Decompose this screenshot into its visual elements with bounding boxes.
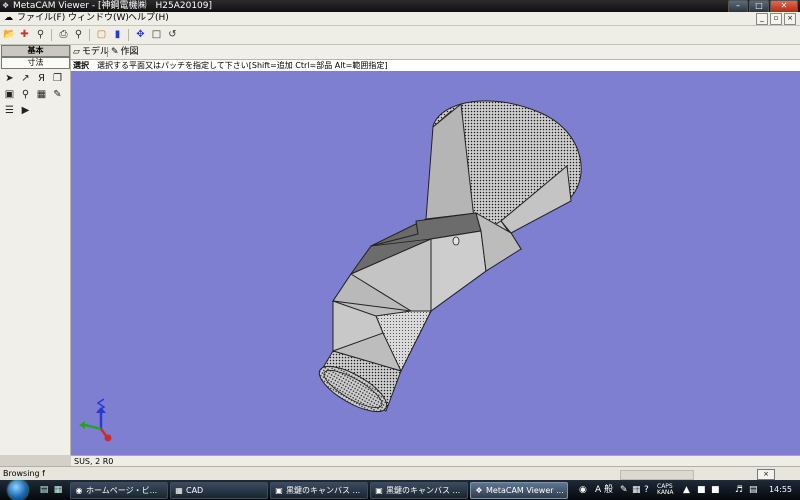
tray-app-icon-2[interactable]: ■ bbox=[711, 484, 720, 496]
axis-gizmo bbox=[79, 398, 112, 442]
open-file-icon[interactable]: ✚ bbox=[18, 28, 31, 41]
taskbar-item-homepage[interactable]: ◉ ホームページ・ビ... bbox=[70, 482, 168, 499]
volume-icon[interactable]: ♬ bbox=[735, 484, 743, 496]
mdi-controls: _ ▫ × bbox=[756, 13, 796, 25]
taskbar-item-label: 黒鍵のキャンバス ... bbox=[386, 486, 461, 495]
stack-icon[interactable]: ☰ bbox=[3, 104, 16, 117]
taskbar-item-label: ホームページ・ビ... bbox=[86, 486, 158, 495]
help-icon[interactable]: ? bbox=[644, 484, 649, 496]
view-tabs: ▱ モデル ✎ 作図 bbox=[71, 45, 800, 59]
menu-file[interactable]: ファイル(F) bbox=[17, 12, 65, 25]
browser-icon: ◉ bbox=[75, 486, 83, 495]
window-title: MetaCAM Viewer - [神鋼電機㈱ H25A20109] bbox=[13, 1, 213, 11]
browse-size-area bbox=[620, 470, 694, 480]
model-canvas bbox=[79, 100, 582, 442]
menu-bar: ☁ ファイル(F) ウィンドウ(W) ヘルプ(H) _ ▫ × bbox=[0, 12, 800, 26]
language-icon[interactable]: ◉ bbox=[579, 484, 587, 496]
metacam-icon: ❖ bbox=[475, 486, 483, 495]
tab-drawing[interactable]: ✎ 作図 bbox=[111, 45, 139, 59]
taskbar-item-cad[interactable]: ▦ CAD bbox=[170, 482, 268, 499]
find-icon[interactable]: ⚲ bbox=[34, 28, 47, 41]
system-tray: ◉ A 般 ✎ ▦ ? CAPS KANA ▲ ■ ■ ♬ ▤ 14:55 bbox=[575, 480, 800, 500]
prompt-text: 選択する平面又はパッチを指定して下さい[Shift=追加 Ctrl=部品 Alt… bbox=[97, 61, 388, 70]
main-toolbar: 📂 ✚ ⚲ ⎙ ⚲ ▢ ▮ ✥ □ ↺ bbox=[0, 26, 800, 45]
tab-basic[interactable]: 基本 bbox=[1, 45, 70, 57]
caps-kana-indicator: CAPS KANA bbox=[657, 483, 674, 496]
folder-icon: ▦ bbox=[175, 486, 183, 495]
taskbar-item-label: MetaCAM Viewer ... bbox=[486, 486, 564, 495]
select-arrow-icon[interactable]: ➤ bbox=[3, 72, 16, 85]
notes-icon[interactable]: ✎ bbox=[51, 88, 64, 101]
ime-indicator[interactable]: A 般 bbox=[595, 484, 613, 496]
properties-icon[interactable]: ▢ bbox=[95, 28, 108, 41]
duct-hole bbox=[452, 236, 460, 246]
taskbar-item-canvas-1[interactable]: ▣ 黒鍵のキャンバス ... bbox=[270, 482, 368, 499]
tray-arrow-icon[interactable]: ▲ bbox=[683, 484, 690, 496]
print-preview-icon[interactable]: ⚲ bbox=[72, 28, 85, 41]
document-icon[interactable]: ▮ bbox=[111, 28, 124, 41]
mdi-restore-button[interactable]: ▫ bbox=[770, 13, 782, 25]
browse-close-button[interactable]: × bbox=[757, 469, 775, 480]
ime-tool-icon[interactable]: ✎ bbox=[620, 484, 628, 496]
pan-icon[interactable]: ✥ bbox=[134, 28, 147, 41]
mdi-close-button[interactable]: × bbox=[784, 13, 796, 25]
document-menu-icon[interactable]: ☁ bbox=[4, 13, 13, 23]
taskbar-item-canvas-2[interactable]: ▣ 黒鍵のキャンバス ... bbox=[370, 482, 468, 499]
play-icon[interactable]: ▶ bbox=[19, 104, 32, 117]
menu-window[interactable]: ウィンドウ(W) bbox=[68, 12, 129, 25]
pencil-icon: ✎ bbox=[111, 47, 119, 57]
open-folder-icon[interactable]: 📂 bbox=[3, 28, 16, 41]
clock[interactable]: 14:55 bbox=[769, 480, 792, 500]
axis-x-line bbox=[84, 423, 102, 431]
toolbar-separator bbox=[51, 29, 52, 41]
window-controls: – □ ✕ bbox=[728, 0, 798, 13]
tray-app-icon[interactable]: ■ bbox=[697, 484, 706, 496]
start-button[interactable] bbox=[8, 480, 28, 500]
toolbar-separator bbox=[128, 29, 129, 41]
browse-bar: Browsing f × bbox=[0, 466, 800, 481]
taskbar-item-label: CAD bbox=[186, 486, 204, 495]
query-icon[interactable]: ↗ bbox=[19, 72, 32, 85]
left-panel: 基本 寸法 ➤ ↗ Я ❐ ▣ ⚲ ▦ ✎ ☰ ▶ bbox=[0, 45, 71, 455]
display-icon[interactable]: ▣ bbox=[3, 88, 16, 101]
cube-icon: ▱ bbox=[73, 47, 80, 57]
zoom-icon[interactable]: ⚲ bbox=[19, 88, 32, 101]
status-text: SUS, 2 R0 bbox=[74, 457, 114, 466]
title-bar: ❖ MetaCAM Viewer - [神鋼電機㈱ H25A20109] – □… bbox=[0, 0, 800, 13]
axis-y-spring bbox=[96, 398, 106, 412]
tab-dimension[interactable]: 寸法 bbox=[1, 57, 70, 69]
zoom-window-icon[interactable]: □ bbox=[150, 28, 163, 41]
tab-separator bbox=[107, 47, 108, 57]
model-viewport[interactable] bbox=[71, 71, 800, 455]
tab-drawing-label: 作図 bbox=[120, 47, 139, 57]
ime-dictionary-icon[interactable]: ▦ bbox=[632, 484, 641, 496]
axis-x-arrow bbox=[79, 421, 85, 429]
paint-icon: ▣ bbox=[375, 486, 383, 495]
browse-text: Browsing f bbox=[3, 469, 45, 478]
show-desktop-icon[interactable]: ▤ bbox=[38, 484, 50, 496]
rotate-icon[interactable]: ↺ bbox=[166, 28, 179, 41]
prompt-mode: 選択 bbox=[73, 61, 89, 70]
mdi-minimize-button[interactable]: _ bbox=[756, 13, 768, 25]
axis-y-arrow bbox=[96, 407, 106, 413]
axis-z-marker bbox=[104, 434, 112, 442]
person-icon[interactable]: Я bbox=[35, 72, 48, 85]
switch-windows-icon[interactable]: ▦ bbox=[52, 484, 64, 496]
taskbar-item-metacam[interactable]: ❖ MetaCAM Viewer ... bbox=[470, 482, 568, 499]
network-icon[interactable]: ▤ bbox=[749, 484, 758, 496]
app-icon: ❖ bbox=[2, 1, 10, 10]
tab-model[interactable]: ▱ モデル bbox=[73, 45, 109, 59]
grid-icon[interactable]: ▦ bbox=[35, 88, 48, 101]
print-icon[interactable]: ⎙ bbox=[57, 28, 70, 41]
layer-icon[interactable]: ❐ bbox=[51, 72, 64, 85]
taskbar: ▤ ▦ ◉ ホームページ・ビ... ▦ CAD ▣ 黒鍵のキャンバス ... ▣ 黒鍵の… bbox=[0, 480, 800, 500]
menu-help[interactable]: ヘルプ(H) bbox=[128, 12, 169, 25]
paint-icon: ▣ bbox=[275, 486, 283, 495]
taskbar-item-label: 黒鍵のキャンバス ... bbox=[286, 486, 361, 495]
tab-model-label: モデル bbox=[81, 47, 109, 57]
toolbar-separator bbox=[89, 29, 90, 41]
